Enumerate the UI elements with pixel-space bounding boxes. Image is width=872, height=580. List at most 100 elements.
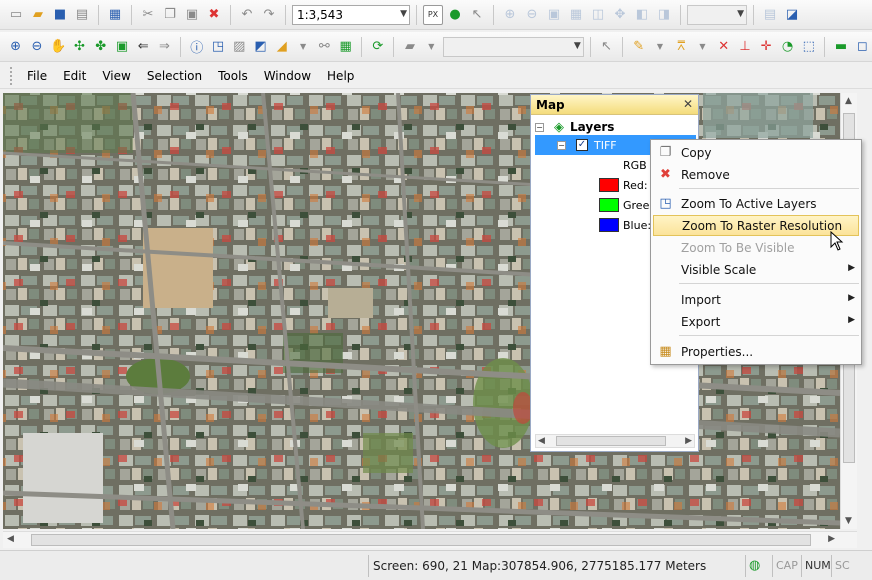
pan-hand-icon[interactable]: ✋ (49, 37, 68, 57)
collapse-icon[interactable]: − (535, 122, 544, 132)
select-box-icon[interactable]: ⬚ (799, 37, 818, 57)
mouse-cursor-icon (830, 231, 844, 251)
menu-item-import[interactable]: Import ▶ (653, 289, 859, 310)
menu-item-export[interactable]: Export ▶ (653, 311, 859, 332)
zoom-out-fixed-icon[interactable]: ⊖ (522, 5, 542, 25)
table-icon[interactable]: ▤ (760, 5, 780, 25)
help-icon[interactable]: ● (445, 5, 465, 25)
paste-icon[interactable]: ▣ (182, 5, 202, 25)
scroll-thumb[interactable] (556, 436, 666, 446)
perpendicular-icon[interactable]: ⊥ (735, 37, 754, 57)
back-arrow-icon[interactable]: ⇐ (134, 37, 153, 57)
scroll-right-icon[interactable]: ▶ (685, 436, 692, 446)
zoom-layer-extent-icon[interactable]: ▣ (112, 37, 131, 57)
cut-icon[interactable]: ✂ (138, 5, 158, 25)
select-features-icon[interactable]: ◳ (208, 37, 227, 57)
menu-view[interactable]: View (94, 63, 138, 89)
scroll-right-icon[interactable]: ▶ (828, 534, 835, 544)
menu-item-remove[interactable]: ✖ Remove (653, 164, 859, 185)
undo-icon[interactable]: ↶ (237, 5, 257, 25)
open-folder-icon[interactable]: ▰ (28, 5, 48, 25)
delete-icon[interactable]: ✖ (204, 5, 224, 25)
menu-item-label: Remove (681, 167, 730, 182)
toolbar-separator (98, 4, 99, 25)
zoom-extent-icon[interactable]: ◫ (588, 5, 608, 25)
forward-arrow-icon[interactable]: ⇒ (155, 37, 174, 57)
new-document-icon[interactable]: ▭ (6, 5, 26, 25)
scroll-up-icon[interactable]: ▲ (845, 96, 852, 106)
menu-selection[interactable]: Selection (139, 63, 210, 89)
panel-horizontal-scrollbar[interactable]: ◀ ▶ (535, 434, 695, 448)
crosshair-icon[interactable]: ✛ (757, 37, 776, 57)
chevron-down-icon[interactable]: ▼ (293, 37, 312, 57)
find-icon[interactable]: ◩ (251, 37, 270, 57)
zoom-full-icon[interactable]: ▦ (566, 5, 586, 25)
right-combo[interactable]: ▼ (687, 4, 747, 25)
save-icon[interactable]: ■ (50, 5, 70, 25)
green-band-swatch (599, 198, 619, 212)
next-extent-icon[interactable]: ◨ (654, 5, 674, 25)
menu-help[interactable]: Help (319, 63, 362, 89)
zoom-selection-icon[interactable]: ✤ (91, 37, 110, 57)
map-horizontal-scrollbar[interactable]: ◀ ▶ (3, 531, 857, 548)
scroll-left-icon[interactable]: ◀ (7, 534, 14, 544)
scroll-down-icon[interactable]: ▼ (845, 516, 852, 526)
zoom-in-fixed-icon[interactable]: ⊕ (500, 5, 520, 25)
zoom-in-icon[interactable]: ⊕ (6, 37, 25, 57)
toolbar-separator (753, 4, 754, 25)
collapse-icon[interactable]: − (557, 140, 566, 150)
delete-vertex-icon[interactable]: ✕ (714, 37, 733, 57)
zoom-layer-icon[interactable]: ▣ (544, 5, 564, 25)
edit-pointer-icon[interactable]: ↖ (597, 37, 616, 57)
menu-item-properties[interactable]: ▦ Properties... (653, 341, 859, 362)
px-button[interactable]: PX (423, 4, 443, 25)
full-extent-icon[interactable]: ✣ (70, 37, 89, 57)
scale-combo[interactable]: 1:3,543 ▼ (292, 4, 410, 25)
menu-edit[interactable]: Edit (55, 63, 94, 89)
previous-extent-icon[interactable]: ◧ (632, 5, 652, 25)
print-preview-icon[interactable]: ▦ (105, 5, 125, 25)
menu-tools[interactable]: Tools (210, 63, 256, 89)
scroll-left-icon[interactable]: ◀ (538, 436, 545, 446)
image-icon[interactable]: ▨ (230, 37, 249, 57)
menu-file[interactable]: File (19, 63, 55, 89)
link-icon[interactable]: ⚯ (315, 37, 334, 57)
highlight-icon[interactable]: ◢ (272, 37, 291, 57)
close-icon[interactable]: ✕ (683, 97, 693, 111)
zoom-out-icon[interactable]: ⊖ (27, 37, 46, 57)
editor-icon[interactable]: ▰ (400, 37, 419, 57)
whats-this-icon[interactable]: ↖ (467, 5, 487, 25)
rotate-icon[interactable]: ◔ (778, 37, 797, 57)
identify-icon[interactable]: ⓘ (187, 37, 206, 57)
chevron-down-icon[interactable]: ▼ (693, 37, 712, 57)
redo-icon[interactable]: ↷ (259, 5, 279, 25)
menu-item-visible-scale[interactable]: Visible Scale ▶ (653, 259, 859, 280)
layer-visibility-checkbox[interactable]: ✓ (576, 139, 588, 151)
rectangle-icon[interactable]: ▬ (831, 37, 850, 57)
menu-item-zoom-active-layers[interactable]: ◳ Zoom To Active Layers (653, 193, 859, 214)
layout-icon[interactable]: ◪ (782, 5, 802, 25)
scroll-thumb[interactable] (31, 534, 811, 546)
sketch-pencil-icon[interactable]: ✎ (629, 37, 648, 57)
chevron-down-icon: ▼ (573, 40, 581, 51)
chevron-down-icon[interactable]: ▼ (650, 37, 669, 57)
menu-item-label: Properties... (681, 344, 754, 359)
menu-item-zoom-to-be-visible[interactable]: Zoom To Be Visible (653, 237, 859, 258)
tree-row-layers[interactable]: − ◈ Layers (535, 117, 614, 137)
center-icon[interactable]: ✥ (610, 5, 630, 25)
square-icon[interactable]: ◻ (853, 37, 872, 57)
print-icon[interactable]: ▤ (72, 5, 92, 25)
menu-item-copy[interactable]: ❐ Copy (653, 142, 859, 163)
toolbar-separator (180, 36, 182, 57)
menu-window[interactable]: Window (256, 63, 319, 89)
grid-icon[interactable]: ▦ (336, 37, 355, 57)
toolbar-separator (393, 36, 395, 57)
toolbar-separator (230, 4, 231, 25)
refresh-icon[interactable]: ⟳ (368, 37, 387, 57)
target-layer-combo[interactable]: ▼ (442, 36, 584, 57)
chevron-down-icon[interactable]: ▼ (422, 37, 441, 57)
copy-icon[interactable]: ❐ (160, 5, 180, 25)
toolbar-separator (416, 4, 417, 25)
trace-icon[interactable]: ⩞ (672, 37, 691, 57)
menu-item-zoom-raster-resolution[interactable]: Zoom To Raster Resolution (653, 215, 859, 236)
